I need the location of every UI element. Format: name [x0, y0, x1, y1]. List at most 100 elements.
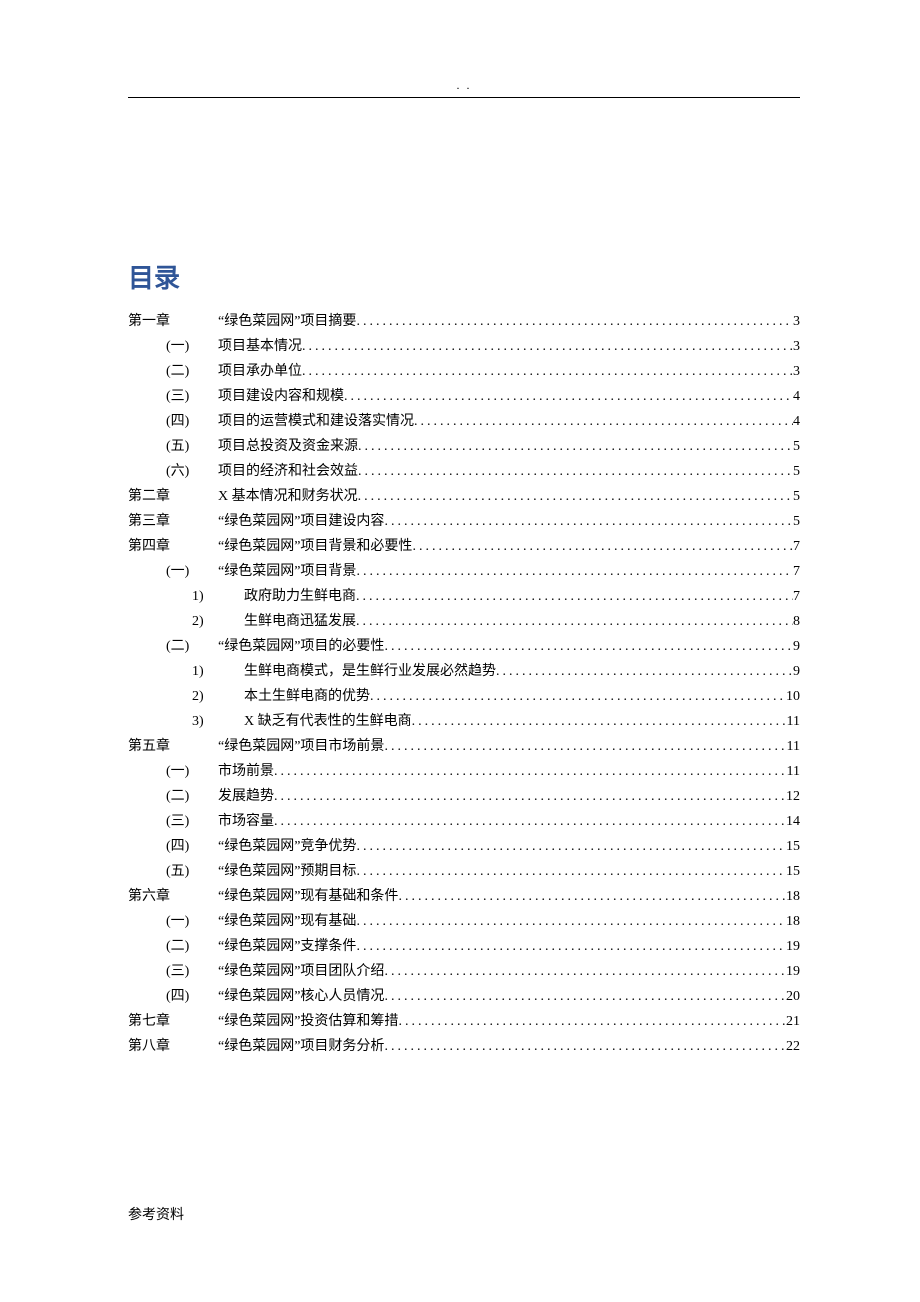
toc-entry-text: X 基本情况和财务状况: [218, 484, 358, 509]
toc-entry-label: 第八章: [128, 1034, 218, 1059]
toc-entry-label: 第四章: [128, 534, 218, 559]
toc-entry-label: (五): [166, 859, 218, 884]
toc-entry-label: 第二章: [128, 484, 218, 509]
toc-entry-page: 9: [793, 634, 800, 659]
toc-entry-text: “绿色菜园网”预期目标: [218, 859, 356, 884]
toc-entry-page: 3: [793, 334, 800, 359]
toc-entry: 第一章“绿色菜园网”项目摘要3: [128, 309, 800, 334]
toc-entry-label: (二): [166, 359, 218, 384]
header-dots: . .: [128, 78, 800, 93]
toc-entry-page: 7: [793, 534, 800, 559]
toc-leader-dots: [414, 409, 793, 434]
toc-entry-label: (四): [166, 834, 218, 859]
toc-title: 目录: [128, 258, 800, 295]
toc-leader-dots: [384, 984, 786, 1009]
toc-entry-label: (三): [166, 959, 218, 984]
toc-entry-text: 项目承办单位: [218, 359, 302, 384]
toc-entry-text: “绿色菜园网”竞争优势: [218, 834, 356, 859]
toc-entry: (一)“绿色菜园网”项目背景 7: [128, 559, 800, 584]
toc-entry-label: 第五章: [128, 734, 218, 759]
toc-entry-text: 生鲜电商模式，是生鲜行业发展必然趋势: [244, 659, 496, 684]
toc-entry-page: 5: [793, 509, 800, 534]
toc-entry-page: 20: [786, 984, 800, 1009]
toc-entry-label: 2): [192, 684, 244, 709]
toc-entry-page: 18: [786, 909, 800, 934]
toc-entry-page: 15: [786, 859, 800, 884]
toc-entry-label: (一): [166, 909, 218, 934]
toc-leader-dots: [412, 709, 787, 734]
toc-entry-text: “绿色菜园网”项目的必要性: [218, 634, 384, 659]
toc-entry: (二)“绿色菜园网”支撑条件19: [128, 934, 800, 959]
toc-entry-label: (二): [166, 784, 218, 809]
toc-entry-page: 11: [787, 759, 800, 784]
toc-entry: (一)市场前景11: [128, 759, 800, 784]
toc-entry-page: 5: [793, 459, 800, 484]
toc-entry-text: “绿色菜园网”项目背景: [218, 559, 356, 584]
table-of-contents: 第一章“绿色菜园网”项目摘要3(一)项目基本情况3(二)项目承办单位3(三)项目…: [128, 309, 800, 1059]
toc-leader-dots: [302, 359, 793, 384]
toc-entry: (四)项目的运营模式和建设落实情况4: [128, 409, 800, 434]
toc-entry-page: 15: [786, 834, 800, 859]
toc-leader-dots: [356, 584, 793, 609]
toc-entry: 第五章“绿色菜园网”项目市场前景11: [128, 734, 800, 759]
toc-leader-dots: [356, 609, 793, 634]
toc-entry-page: 18: [786, 884, 800, 909]
toc-entry-label: 第一章: [128, 309, 218, 334]
toc-leader-dots: [356, 934, 786, 959]
toc-leader-dots: [358, 484, 793, 509]
toc-leader-dots: [358, 459, 793, 484]
toc-leader-dots: [384, 959, 786, 984]
toc-entry-page: 11: [787, 734, 800, 759]
toc-entry: 第四章“绿色菜园网”项目背景和必要性7: [128, 534, 800, 559]
toc-leader-dots: [302, 334, 793, 359]
toc-entry-label: (三): [166, 809, 218, 834]
toc-entry: 3)X 缺乏有代表性的生鲜电商11: [128, 709, 800, 734]
toc-leader-dots: [274, 809, 786, 834]
toc-entry: 2)生鲜电商迅猛发展 8: [128, 609, 800, 634]
toc-entry: (二)项目承办单位 3: [128, 359, 800, 384]
toc-entry: 第六章“绿色菜园网”现有基础和条件18: [128, 884, 800, 909]
toc-entry-text: 项目的经济和社会效益: [218, 459, 358, 484]
toc-entry-label: 3): [192, 709, 244, 734]
toc-entry-label: 2): [192, 609, 244, 634]
document-page: . . 目录 第一章“绿色菜园网”项目摘要3(一)项目基本情况3(二)项目承办单…: [0, 0, 920, 1302]
toc-entry-label: (二): [166, 934, 218, 959]
toc-leader-dots: [412, 534, 793, 559]
toc-entry-page: 4: [793, 384, 800, 409]
toc-entry-label: (一): [166, 334, 218, 359]
toc-entry-label: (六): [166, 459, 218, 484]
toc-entry-text: 生鲜电商迅猛发展: [244, 609, 356, 634]
toc-entry-text: “绿色菜园网”项目财务分析: [218, 1034, 384, 1059]
toc-entry-text: “绿色菜园网”项目团队介绍: [218, 959, 384, 984]
toc-entry-page: 3: [793, 359, 800, 384]
header-separator-line: [128, 97, 800, 98]
toc-entry-page: 7: [793, 559, 800, 584]
toc-leader-dots: [356, 909, 786, 934]
toc-entry: 第二章X 基本情况和财务状况5: [128, 484, 800, 509]
toc-entry-page: 21: [786, 1009, 800, 1034]
toc-leader-dots: [398, 884, 786, 909]
toc-leader-dots: [356, 859, 786, 884]
toc-entry: (一)“绿色菜园网”现有基础18: [128, 909, 800, 934]
toc-entry-label: 1): [192, 584, 244, 609]
toc-entry-label: (一): [166, 559, 218, 584]
toc-entry-text: “绿色菜园网”项目建设内容: [218, 509, 384, 534]
toc-entry-page: 19: [786, 959, 800, 984]
toc-entry-text: X 缺乏有代表性的生鲜电商: [244, 709, 412, 734]
toc-entry-label: (四): [166, 409, 218, 434]
toc-entry: (六)项目的经济和社会效益 5: [128, 459, 800, 484]
toc-entry-page: 3: [793, 309, 800, 334]
toc-leader-dots: [274, 759, 787, 784]
toc-entry-page: 8: [793, 609, 800, 634]
toc-entry-text: 政府助力生鲜电商: [244, 584, 356, 609]
toc-entry-label: 第七章: [128, 1009, 218, 1034]
toc-entry-label: (四): [166, 984, 218, 1009]
toc-entry: 1)生鲜电商模式，是生鲜行业发展必然趋势9: [128, 659, 800, 684]
toc-leader-dots: [358, 434, 793, 459]
toc-entry-page: 22: [786, 1034, 800, 1059]
toc-entry: (三)“绿色菜园网”项目团队介绍 19: [128, 959, 800, 984]
toc-entry-label: 第六章: [128, 884, 218, 909]
toc-leader-dots: [384, 1034, 786, 1059]
toc-entry: 第七章“绿色菜园网”投资估算和筹措21: [128, 1009, 800, 1034]
toc-entry-page: 5: [793, 434, 800, 459]
